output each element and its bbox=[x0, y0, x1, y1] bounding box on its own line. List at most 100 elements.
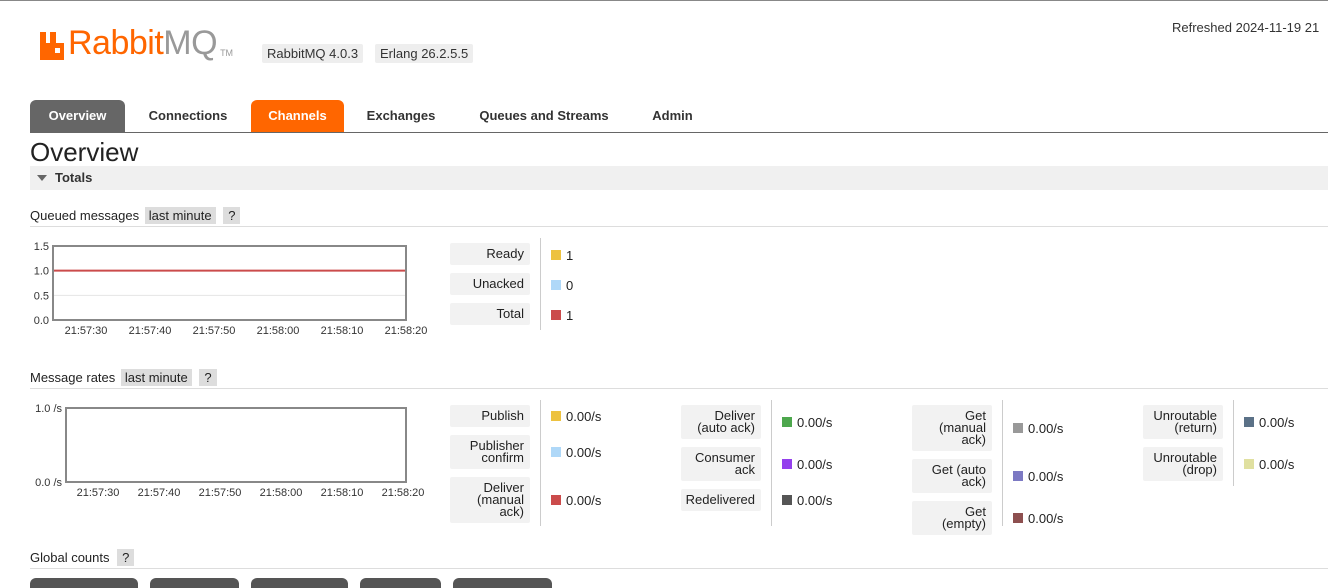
legend-value: 0.00/s bbox=[1259, 415, 1295, 430]
legend-value: 0 bbox=[566, 278, 574, 293]
message-rates-title: Message rates bbox=[30, 370, 116, 385]
tab-queues-and-streams[interactable]: Queues and Streams bbox=[458, 100, 630, 132]
legend-value: 0.00/s bbox=[1259, 457, 1295, 472]
logo-wordmark: RabbitMQ bbox=[68, 24, 218, 62]
x-tick-label: 21:57:40 bbox=[138, 487, 181, 499]
totals-section-label: Totals bbox=[55, 170, 93, 185]
global-counts-header: Global counts ? bbox=[30, 549, 135, 567]
legend-divider bbox=[771, 400, 772, 526]
queued-messages-title: Queued messages bbox=[30, 208, 140, 223]
queued-messages-header: Queued messages last minute ? bbox=[30, 207, 241, 225]
legend-swatch bbox=[1013, 471, 1023, 481]
refreshed-timestamp: Refreshed 2024-11-19 21 bbox=[1172, 20, 1320, 35]
legend-label: Get (manual ack) bbox=[912, 405, 992, 451]
x-tick-label: 21:58:00 bbox=[257, 325, 300, 337]
legend-value: 0.00/s bbox=[1028, 469, 1064, 484]
x-tick-label: 21:58:10 bbox=[321, 487, 364, 499]
rabbitmq-logo: RabbitMQ TM bbox=[40, 26, 233, 60]
legend-label: Publish bbox=[450, 405, 530, 427]
legend-divider bbox=[1233, 400, 1234, 486]
message-rates-range-selector[interactable]: last minute bbox=[120, 369, 192, 386]
tab-channels[interactable]: Channels bbox=[251, 100, 344, 132]
legend-divider bbox=[1002, 400, 1003, 526]
plot-frame bbox=[52, 245, 407, 321]
legend-swatch bbox=[551, 411, 561, 421]
message-rates-help-icon[interactable]: ? bbox=[199, 369, 217, 386]
global-count-tile[interactable] bbox=[150, 578, 239, 588]
legend-label: Ready bbox=[450, 243, 530, 265]
legend-divider bbox=[540, 238, 541, 330]
global-counts-help-icon[interactable]: ? bbox=[117, 549, 135, 566]
global-count-tile[interactable] bbox=[251, 578, 348, 588]
x-tick-label: 21:57:40 bbox=[129, 325, 172, 337]
legend-label: Get (empty) bbox=[912, 501, 992, 535]
tab-admin[interactable]: Admin bbox=[637, 100, 708, 132]
legend-value: 0.00/s bbox=[797, 457, 833, 472]
global-count-tile[interactable] bbox=[360, 578, 441, 588]
legend-value: 0.00/s bbox=[797, 493, 833, 508]
tab-overview[interactable]: Overview bbox=[30, 100, 125, 132]
legend-label: Unroutable (drop) bbox=[1143, 447, 1223, 481]
totals-section-toggle[interactable]: Totals bbox=[30, 166, 1328, 190]
legend-label: Get (auto ack) bbox=[912, 459, 992, 493]
legend-value: 0.00/s bbox=[1028, 421, 1064, 436]
main-nav-tabs: Overview Connections Channels Exchanges … bbox=[30, 100, 1328, 133]
legend-swatch bbox=[551, 310, 561, 320]
collapse-triangle-icon bbox=[37, 175, 47, 181]
rabbit-logo-icon bbox=[40, 32, 64, 60]
x-tick-label: 21:58:20 bbox=[385, 325, 428, 337]
legend-swatch bbox=[1244, 417, 1254, 427]
y-tick-label: 1.0 /s bbox=[35, 403, 62, 415]
legend-swatch bbox=[1244, 459, 1254, 469]
queued-messages-range-selector[interactable]: last minute bbox=[144, 207, 216, 224]
legend-label: Redelivered bbox=[681, 489, 761, 511]
legend-swatch bbox=[551, 280, 561, 290]
y-tick-label: 1.0 bbox=[34, 266, 49, 278]
x-tick-label: 21:57:30 bbox=[65, 325, 108, 337]
page-title: Overview bbox=[30, 137, 139, 167]
legend-label: Deliver (manual ack) bbox=[450, 477, 530, 523]
legend-value: 1 bbox=[566, 308, 574, 323]
legend-label: Deliver (auto ack) bbox=[681, 405, 761, 439]
top-border bbox=[0, 0, 1328, 1]
y-tick-label: 1.5 bbox=[34, 241, 49, 253]
chart-svg: 0.0 0.5 1.0 1.5 21:57:30 21:57:40 21:57:50 21:5… bbox=[34, 241, 428, 337]
global-counts-title: Global counts bbox=[30, 550, 110, 565]
legend-swatch bbox=[1013, 513, 1023, 523]
logo-trademark: TM bbox=[220, 48, 234, 58]
legend-swatch bbox=[782, 495, 792, 505]
y-tick-label: 0.0 /s bbox=[35, 477, 62, 489]
message-rates-chart: 0.0 /s 1.0 /s 21:57:30 21:57:40 21:57:50 21:5… bbox=[28, 400, 438, 505]
legend-label: Unacked bbox=[450, 273, 530, 295]
legend-label: Total bbox=[450, 303, 530, 325]
legend-value: 0.00/s bbox=[1028, 511, 1064, 526]
x-tick-label: 21:58:10 bbox=[321, 325, 364, 337]
legend-label: Consumer ack bbox=[681, 447, 761, 481]
global-count-tile[interactable] bbox=[453, 578, 552, 588]
legend-label: Unroutable (return) bbox=[1143, 405, 1223, 439]
y-tick-label: 0.0 bbox=[34, 315, 49, 327]
legend-value: 0.00/s bbox=[566, 493, 602, 508]
divider bbox=[30, 568, 1328, 569]
divider bbox=[30, 226, 1328, 227]
x-tick-label: 21:58:20 bbox=[382, 487, 425, 499]
x-tick-label: 21:58:00 bbox=[260, 487, 303, 499]
divider bbox=[30, 388, 1328, 389]
legend-swatch bbox=[782, 459, 792, 469]
legend-swatch bbox=[551, 250, 561, 260]
plot-frame bbox=[65, 407, 407, 483]
message-rates-header: Message rates last minute ? bbox=[30, 369, 217, 387]
legend-value: 0.00/s bbox=[566, 445, 602, 460]
legend-label: Publisher confirm bbox=[450, 435, 530, 469]
x-tick-label: 21:57:50 bbox=[193, 325, 236, 337]
rabbitmq-version-badge: RabbitMQ 4.0.3 bbox=[262, 44, 364, 63]
global-count-tile[interactable] bbox=[30, 578, 138, 588]
queued-messages-help-icon[interactable]: ? bbox=[223, 207, 241, 224]
chart-svg: 0.0 /s 1.0 /s 21:57:30 21:57:40 21:57:50 21:5… bbox=[35, 403, 425, 499]
x-tick-label: 21:57:50 bbox=[199, 487, 242, 499]
legend-divider bbox=[540, 400, 541, 526]
tab-exchanges[interactable]: Exchanges bbox=[351, 100, 451, 132]
x-tick-label: 21:57:30 bbox=[77, 487, 120, 499]
erlang-version-badge: Erlang 26.2.5.5 bbox=[375, 44, 474, 63]
tab-connections[interactable]: Connections bbox=[132, 100, 244, 132]
